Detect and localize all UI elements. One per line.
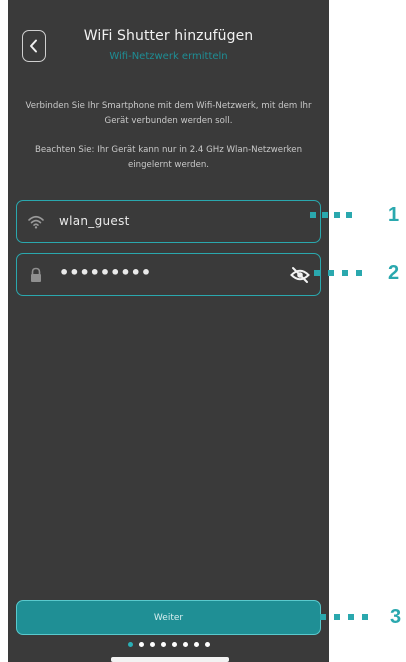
frequency-note: Beachten Sie: Ihr Gerät kann nur in 2.4 … (34, 145, 303, 170)
page-dot (193, 642, 199, 647)
page-dot (171, 642, 177, 647)
wifi-icon (28, 215, 44, 229)
page-dot (160, 642, 166, 647)
callout-3-label: 3 (390, 606, 402, 628)
page-dot (149, 642, 155, 647)
phone-screen: WiFi Shutter hinzufügen Wifi-Netzwerk er… (8, 0, 329, 662)
page-dot (182, 642, 188, 647)
page-title: WiFi Shutter hinzufügen (83, 28, 254, 44)
page-dot (138, 642, 144, 647)
page-dot (127, 642, 133, 647)
page-dot (204, 642, 210, 647)
ssid-field[interactable]: wlan_guest (16, 200, 321, 243)
password-value: ••••••••• (59, 263, 152, 282)
instruction-text: Verbinden Sie Ihr Smartphone mit dem Wif… (25, 101, 312, 126)
eye-slash-icon[interactable] (290, 266, 310, 284)
home-indicator (111, 657, 229, 662)
page-indicator (8, 642, 329, 647)
callout-2-label: 2 (388, 262, 400, 284)
page-subtitle: Wifi-Netzwerk ermitteln (109, 51, 228, 62)
password-field[interactable]: ••••••••• (16, 253, 321, 296)
lock-icon (31, 267, 41, 282)
ssid-value: wlan_guest (59, 214, 130, 228)
callout-1-label: 1 (388, 204, 400, 226)
next-button[interactable]: Weiter (16, 600, 321, 635)
